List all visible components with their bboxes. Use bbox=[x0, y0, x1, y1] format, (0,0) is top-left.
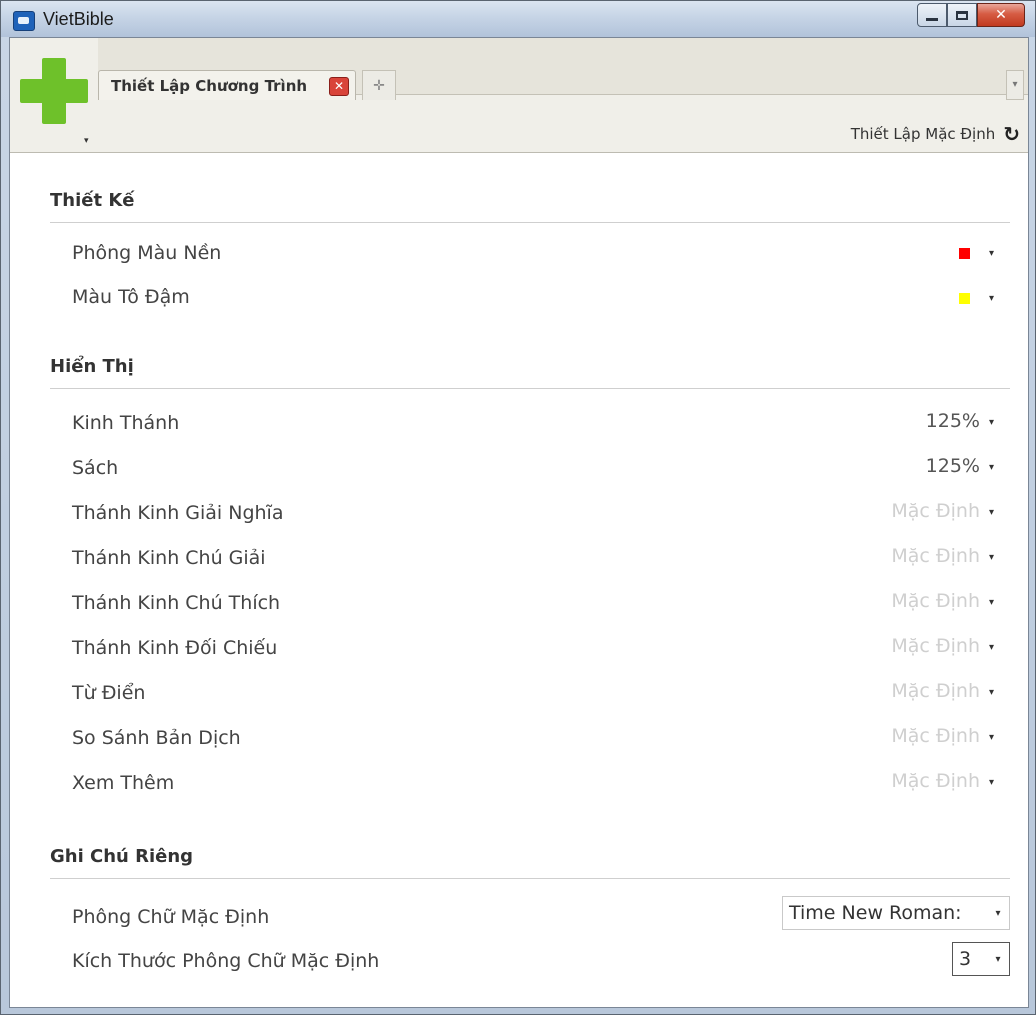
default-font-size-select[interactable]: 3 ▾ bbox=[952, 942, 1010, 976]
row-label-bible: Kinh Thánh bbox=[72, 412, 180, 434]
bible-zoom-chevron-icon[interactable]: ▾ bbox=[989, 417, 994, 428]
chevron-down-icon: ▾ bbox=[995, 953, 1001, 965]
reset-defaults-label: Thiết Lập Mặc Định bbox=[850, 125, 996, 143]
section-title-notes: Ghi Chú Riêng bbox=[50, 846, 194, 867]
footnotes-zoom-value[interactable]: Mặc Định bbox=[891, 590, 980, 612]
row-label-compare-translations: So Sánh Bản Dịch bbox=[72, 727, 241, 749]
maximize-icon bbox=[956, 10, 968, 20]
app-icon bbox=[13, 11, 35, 31]
add-menu-chevron-icon[interactable]: ▾ bbox=[84, 136, 89, 146]
window-title: VietBible bbox=[43, 9, 114, 29]
highlight-color-swatch[interactable] bbox=[959, 293, 970, 304]
background-color-chevron-icon[interactable]: ▾ bbox=[989, 248, 994, 259]
row-label-books: Sách bbox=[72, 457, 119, 479]
books-zoom-chevron-icon[interactable]: ▾ bbox=[989, 462, 994, 473]
client-area: ▾ Thiết Lập Chương Trình ✕ ✛ ▾ Thiết Lập… bbox=[9, 37, 1029, 1008]
row-label-default-font-size: Kích Thước Phông Chữ Mặc Định bbox=[72, 950, 380, 972]
compare-translations-zoom-chevron-icon[interactable]: ▾ bbox=[989, 732, 994, 743]
minimize-button[interactable] bbox=[917, 3, 947, 27]
row-label-default-font: Phông Chữ Mặc Định bbox=[72, 906, 270, 928]
annotations-zoom-value[interactable]: Mặc Định bbox=[891, 545, 980, 567]
row-label-see-more: Xem Thêm bbox=[72, 772, 175, 794]
dictionary-zoom-value[interactable]: Mặc Định bbox=[891, 680, 980, 702]
books-zoom-value[interactable]: 125% bbox=[926, 455, 980, 477]
see-more-zoom-value[interactable]: Mặc Định bbox=[891, 770, 980, 792]
bible-zoom-value[interactable]: 125% bbox=[926, 410, 980, 432]
chevron-down-icon: ▾ bbox=[995, 907, 1001, 919]
section-divider bbox=[50, 388, 1010, 389]
default-font-size-value: 3 bbox=[959, 948, 972, 970]
app-window: VietBible ✕ ▾ Thiết Lập Chương Trình ✕ ✛ bbox=[0, 0, 1036, 1015]
section-title-design: Thiết Kế bbox=[50, 190, 135, 211]
tab-close-icon[interactable]: ✕ bbox=[329, 77, 349, 96]
row-label-highlight-color: Màu Tô Đậm bbox=[72, 286, 190, 308]
annotations-zoom-chevron-icon[interactable]: ▾ bbox=[989, 552, 994, 563]
row-label-commentary: Thánh Kinh Giải Nghĩa bbox=[72, 502, 284, 524]
commentary-zoom-chevron-icon[interactable]: ▾ bbox=[989, 507, 994, 518]
background-color-swatch[interactable] bbox=[959, 248, 970, 259]
toolbar: ▾ Thiết Lập Chương Trình ✕ ✛ ▾ Thiết Lập… bbox=[10, 38, 1028, 153]
window-controls: ✕ bbox=[917, 3, 1025, 27]
new-tab-button[interactable]: ✛ bbox=[362, 70, 396, 100]
add-button[interactable] bbox=[20, 58, 90, 138]
plus-icon-bar bbox=[20, 79, 88, 103]
row-label-annotations: Thánh Kinh Chú Giải bbox=[72, 547, 266, 569]
see-more-zoom-chevron-icon[interactable]: ▾ bbox=[989, 777, 994, 788]
compare-translations-zoom-value[interactable]: Mặc Định bbox=[891, 725, 980, 747]
row-label-background-color: Phông Màu Nền bbox=[72, 242, 222, 264]
new-tab-icon: ✛ bbox=[373, 77, 385, 94]
section-title-display: Hiển Thị bbox=[50, 356, 134, 377]
cross-reference-zoom-chevron-icon[interactable]: ▾ bbox=[989, 642, 994, 653]
cross-reference-zoom-value[interactable]: Mặc Định bbox=[891, 635, 980, 657]
row-label-footnotes: Thánh Kinh Chú Thích bbox=[72, 592, 281, 614]
default-font-select[interactable]: Time New Roman: ▾ bbox=[782, 896, 1010, 930]
footnotes-zoom-chevron-icon[interactable]: ▾ bbox=[989, 597, 994, 608]
section-divider bbox=[50, 878, 1010, 879]
dictionary-zoom-chevron-icon[interactable]: ▾ bbox=[989, 687, 994, 698]
settings-panel: Thiết Kế Phông Màu Nền ▾ Màu Tô Đậm ▾ Hi… bbox=[10, 152, 1028, 1007]
reset-defaults-button[interactable]: Thiết Lập Mặc Định ↻ bbox=[851, 122, 1020, 146]
tab-overflow-button[interactable]: ▾ bbox=[1006, 70, 1024, 100]
close-window-button[interactable]: ✕ bbox=[977, 3, 1025, 27]
default-font-value: Time New Roman: bbox=[789, 902, 962, 924]
minimize-icon bbox=[926, 17, 938, 21]
row-label-dictionary: Từ Điển bbox=[72, 682, 146, 704]
row-label-cross-reference: Thánh Kinh Đối Chiếu bbox=[72, 637, 278, 659]
close-icon: ✕ bbox=[995, 7, 1007, 23]
tab-strip: Thiết Lập Chương Trình ✕ ✛ ▾ bbox=[98, 38, 1028, 100]
title-bar[interactable]: VietBible ✕ bbox=[1, 1, 1035, 37]
refresh-icon: ↻ bbox=[1003, 122, 1020, 146]
tab-label: Thiết Lập Chương Trình bbox=[111, 76, 308, 95]
commentary-zoom-value[interactable]: Mặc Định bbox=[891, 500, 980, 522]
maximize-button[interactable] bbox=[947, 3, 977, 27]
section-divider bbox=[50, 222, 1010, 223]
tab-program-settings[interactable]: Thiết Lập Chương Trình ✕ bbox=[98, 70, 356, 100]
highlight-color-chevron-icon[interactable]: ▾ bbox=[989, 293, 994, 304]
